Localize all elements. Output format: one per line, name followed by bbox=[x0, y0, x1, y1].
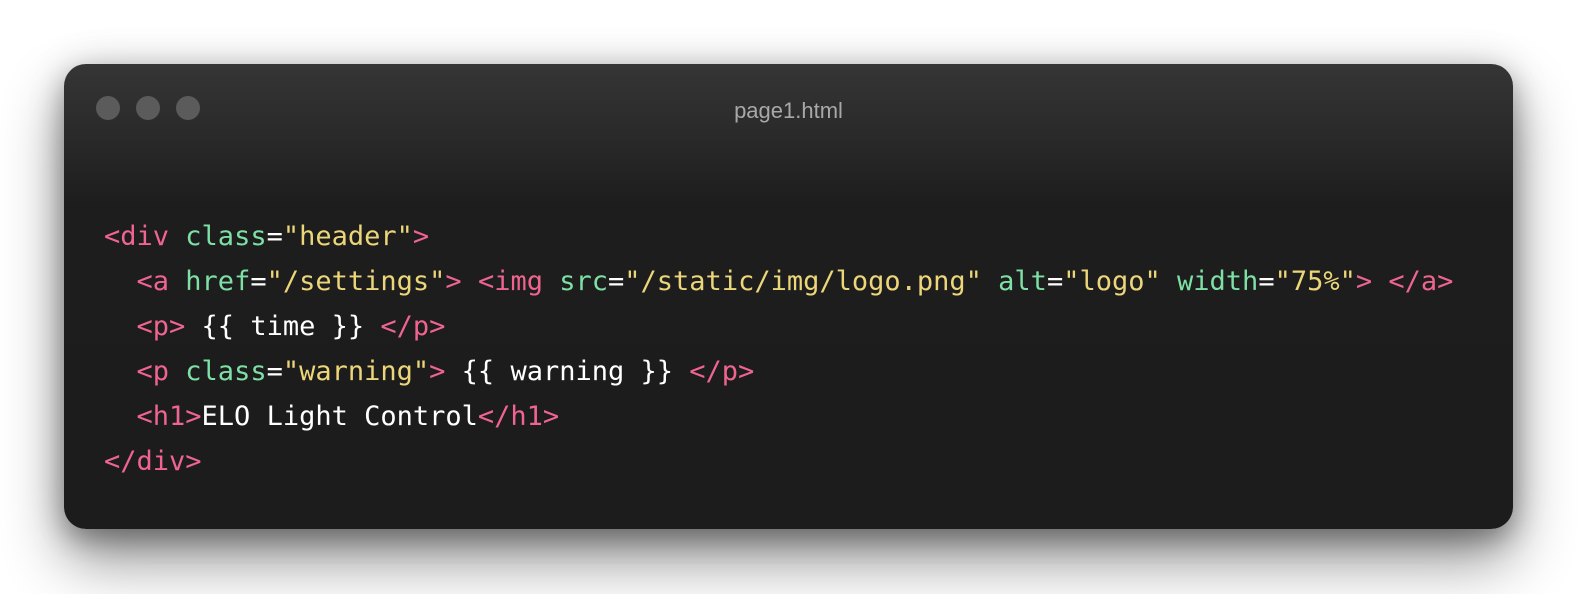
window-title: page1.html bbox=[734, 98, 843, 123]
code-tag-token: <p bbox=[136, 356, 170, 387]
code-tag-token: </a> bbox=[1388, 266, 1454, 297]
code-attribute-token: alt bbox=[998, 266, 1047, 297]
code-string-token: "logo" bbox=[1063, 266, 1161, 297]
code-line: <a href="/settings"> <img src="/static/i… bbox=[104, 259, 1454, 304]
code-tag-token: <img bbox=[477, 266, 543, 297]
code-tag-token: <a bbox=[136, 266, 170, 297]
code-tag-token: </p> bbox=[380, 311, 446, 342]
code-tag-token: <p> bbox=[136, 311, 186, 342]
code-operator-token: = bbox=[1258, 266, 1275, 297]
code-tag-token: </div> bbox=[104, 446, 202, 477]
code-tag-token: > bbox=[445, 266, 462, 297]
code-operator-token: = bbox=[608, 266, 625, 297]
code-operator-token: = bbox=[1046, 266, 1064, 297]
code-line: <p class="warning"> {{ warning }} </p> bbox=[104, 349, 1453, 394]
code-tag-token: </h1> bbox=[477, 401, 560, 432]
code-attribute-token: href bbox=[185, 266, 251, 297]
code-string-token: "/static/img/logo.png" bbox=[624, 266, 982, 297]
code-operator-token: = bbox=[266, 356, 283, 387]
code-attribute-token: class bbox=[185, 221, 267, 252]
code-operator-token: = bbox=[266, 221, 283, 252]
code-tag-token: > bbox=[1355, 266, 1373, 297]
code-operator-token: = bbox=[250, 266, 267, 297]
code-tag-token: > bbox=[412, 221, 430, 252]
code-attribute-token: width bbox=[1177, 266, 1259, 297]
code-tag-token: <h1> bbox=[136, 401, 202, 432]
code-string-token: "75%" bbox=[1274, 266, 1356, 297]
code-string-token: "/settings" bbox=[266, 266, 446, 297]
code-line: <div class="header"> bbox=[104, 214, 1453, 259]
code-string-token: "warning" bbox=[282, 356, 430, 387]
code-line: <h1>ELO Light Control</h1> bbox=[104, 394, 1453, 439]
code-line: </div> bbox=[104, 439, 1453, 484]
window-titlebar: page1.html bbox=[64, 64, 1513, 164]
code-text-token: {{ warning }} bbox=[445, 356, 690, 387]
code-tag-token: <div bbox=[104, 221, 170, 252]
code-line: <p> {{ time }} </p> bbox=[104, 304, 1453, 349]
code-tag-token: > bbox=[429, 356, 446, 387]
code-window: page1.html <div class="header"> <a href=… bbox=[64, 64, 1513, 529]
code-tag-token: </p> bbox=[689, 356, 755, 387]
code-string-token: "header" bbox=[282, 221, 413, 252]
code-text-token: {{ time }} bbox=[185, 311, 381, 342]
code-block: <div class="header"> <a href="/settings"… bbox=[104, 214, 1453, 484]
code-attribute-token: class bbox=[185, 356, 267, 387]
code-attribute-token: src bbox=[559, 266, 609, 297]
code-text-token: ELO Light Control bbox=[201, 401, 478, 432]
